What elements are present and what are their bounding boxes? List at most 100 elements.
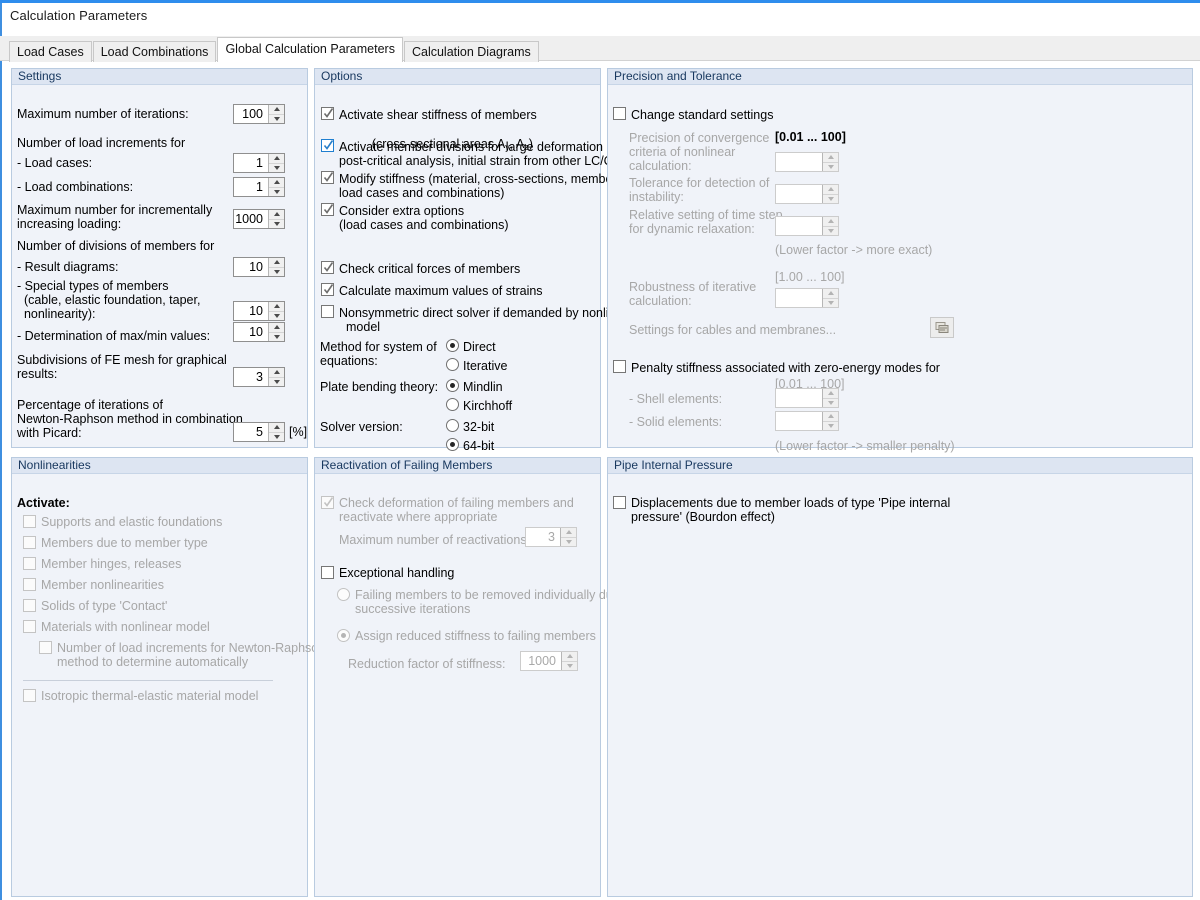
shell-elements-spin-buttons[interactable]	[822, 389, 838, 407]
solid-elements-spin-buttons[interactable]	[822, 412, 838, 430]
spin-down-icon[interactable]	[562, 660, 577, 671]
bourdon-displacements-checkbox[interactable]	[613, 496, 626, 509]
precision-convergence-spin-buttons[interactable]	[822, 153, 838, 171]
fe-mesh-stepper[interactable]: 3	[233, 367, 285, 387]
consider-extra-options-checkbox[interactable]	[321, 203, 334, 216]
nl-isotropic-thermal-elastic-checkbox[interactable]	[23, 689, 36, 702]
check-critical-forces-checkbox[interactable]	[321, 261, 334, 274]
plate-kirchhoff-radio[interactable]	[446, 398, 459, 411]
spin-down-icon[interactable]	[269, 186, 284, 197]
max-reactivations-spin-buttons[interactable]	[560, 528, 576, 546]
spin-down-icon[interactable]	[561, 536, 576, 547]
spin-up-icon[interactable]	[269, 368, 284, 377]
spin-up-icon[interactable]	[269, 178, 284, 187]
load-combinations-spin-buttons[interactable]	[268, 178, 284, 196]
spin-up-icon[interactable]	[269, 423, 284, 432]
cables-membranes-settings-button[interactable]	[930, 317, 954, 338]
penalty-stiffness-checkbox[interactable]	[613, 360, 626, 373]
spin-up-icon[interactable]	[269, 154, 284, 163]
spin-up-icon[interactable]	[562, 652, 577, 661]
solver-64bit-radio[interactable]	[446, 438, 459, 451]
nonsymmetric-solver-checkbox[interactable]	[321, 305, 334, 318]
incremental-loading-spin-buttons[interactable]	[268, 210, 284, 228]
nl-member-nonlinearities-checkbox[interactable]	[23, 578, 36, 591]
spin-down-icon[interactable]	[269, 113, 284, 124]
nl-solids-contact-checkbox[interactable]	[23, 599, 36, 612]
spin-down-icon[interactable]	[269, 310, 284, 321]
spin-down-icon[interactable]	[823, 297, 838, 308]
maxmin-values-stepper[interactable]: 10	[233, 322, 285, 342]
nl-materials-nonlinear-model-checkbox[interactable]	[23, 620, 36, 633]
robustness-stepper[interactable]	[775, 288, 839, 308]
spin-up-icon[interactable]	[823, 289, 838, 298]
spin-down-icon[interactable]	[823, 193, 838, 204]
nl-supports-foundations-checkbox[interactable]	[23, 515, 36, 528]
spin-down-icon[interactable]	[823, 161, 838, 172]
result-diagrams-spin-buttons[interactable]	[268, 258, 284, 276]
method-iterative-radio[interactable]	[446, 358, 459, 371]
spin-up-icon[interactable]	[269, 258, 284, 267]
change-standard-settings-checkbox[interactable]	[613, 107, 626, 120]
picard-stepper[interactable]: 5	[233, 422, 285, 442]
time-step-stepper[interactable]	[775, 216, 839, 236]
shell-elements-stepper[interactable]	[775, 388, 839, 408]
tab-calculation-diagrams[interactable]: Calculation Diagrams	[403, 41, 539, 62]
tab-global-calculation-parameters[interactable]: Global Calculation Parameters	[217, 37, 403, 62]
spin-up-icon[interactable]	[269, 105, 284, 114]
nl-newton-raphson-auto-checkbox[interactable]	[39, 641, 52, 654]
spin-up-icon[interactable]	[269, 323, 284, 332]
max-iterations-stepper[interactable]: 100	[233, 104, 285, 124]
tab-load-cases[interactable]: Load Cases	[9, 41, 92, 62]
spin-down-icon[interactable]	[269, 218, 284, 229]
reduction-factor-spin-buttons[interactable]	[561, 652, 577, 670]
spin-down-icon[interactable]	[823, 397, 838, 408]
spin-down-icon[interactable]	[823, 225, 838, 236]
spin-up-icon[interactable]	[823, 217, 838, 226]
special-members-spin-buttons[interactable]	[268, 302, 284, 320]
load-combinations-stepper[interactable]: 1	[233, 177, 285, 197]
spin-up-icon[interactable]	[823, 412, 838, 421]
activate-shear-stiffness-checkbox[interactable]	[321, 107, 334, 120]
spin-up-icon[interactable]	[823, 153, 838, 162]
activate-member-divisions-checkbox[interactable]	[321, 139, 334, 152]
assign-reduced-stiffness-radio[interactable]	[337, 629, 350, 642]
remove-individually-radio[interactable]	[337, 588, 350, 601]
spin-up-icon[interactable]	[269, 302, 284, 311]
nl-member-hinges-releases-checkbox[interactable]	[23, 557, 36, 570]
precision-convergence-stepper[interactable]	[775, 152, 839, 172]
calculate-max-strains-checkbox[interactable]	[321, 283, 334, 296]
max-reactivations-stepper[interactable]: 3	[525, 527, 577, 547]
instability-tolerance-spin-buttons[interactable]	[822, 185, 838, 203]
incremental-loading-stepper[interactable]: 1000	[233, 209, 285, 229]
result-diagrams-stepper[interactable]: 10	[233, 257, 285, 277]
spin-down-icon[interactable]	[823, 420, 838, 431]
special-members-stepper[interactable]: 10	[233, 301, 285, 321]
modify-stiffness-checkbox[interactable]	[321, 171, 334, 184]
nl-members-member-type-checkbox[interactable]	[23, 536, 36, 549]
spin-down-icon[interactable]	[269, 331, 284, 342]
maxmin-values-spin-buttons[interactable]	[268, 323, 284, 341]
robustness-spin-buttons[interactable]	[822, 289, 838, 307]
spin-up-icon[interactable]	[823, 185, 838, 194]
max-iterations-spin-buttons[interactable]	[268, 105, 284, 123]
spin-up-icon[interactable]	[823, 389, 838, 398]
tab-load-combinations[interactable]: Load Combinations	[92, 41, 217, 62]
spin-down-icon[interactable]	[269, 266, 284, 277]
cables-membranes-label[interactable]: Settings for cables and membranes...	[629, 323, 836, 338]
exceptional-handling-checkbox[interactable]	[321, 566, 334, 579]
fe-mesh-spin-buttons[interactable]	[268, 368, 284, 386]
load-cases-spin-buttons[interactable]	[268, 154, 284, 172]
spin-up-icon[interactable]	[561, 528, 576, 537]
load-cases-stepper[interactable]: 1	[233, 153, 285, 173]
spin-down-icon[interactable]	[269, 376, 284, 387]
instability-tolerance-stepper[interactable]	[775, 184, 839, 204]
reduction-factor-stepper[interactable]: 1000	[520, 651, 578, 671]
solver-32bit-radio[interactable]	[446, 419, 459, 432]
spin-down-icon[interactable]	[269, 431, 284, 442]
method-direct-radio[interactable]	[446, 339, 459, 352]
spin-down-icon[interactable]	[269, 162, 284, 173]
plate-mindlin-radio[interactable]	[446, 379, 459, 392]
spin-up-icon[interactable]	[269, 210, 284, 219]
solid-elements-stepper[interactable]	[775, 411, 839, 431]
picard-spin-buttons[interactable]	[268, 423, 284, 441]
